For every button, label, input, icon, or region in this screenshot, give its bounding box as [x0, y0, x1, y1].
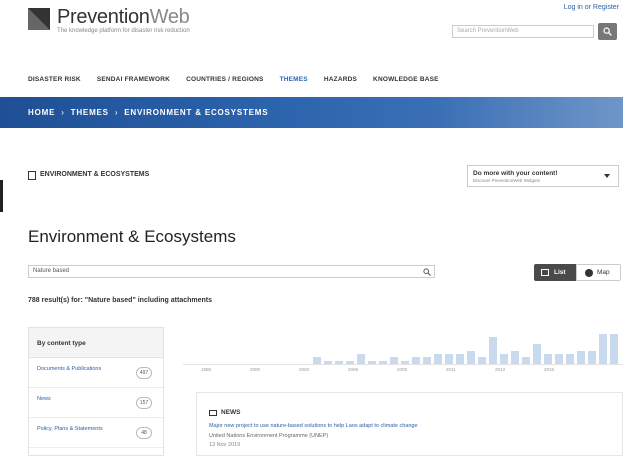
histogram-bar[interactable]	[588, 351, 596, 364]
globe-icon	[585, 269, 593, 277]
breadcrumb-home[interactable]: HOME	[28, 108, 55, 117]
news-title-link[interactable]: Major new project to use nature-based so…	[209, 423, 418, 429]
section-label: ENVIRONMENT & ECOSYSTEMS	[40, 171, 150, 178]
do-more-title: Do more with your content!	[473, 170, 558, 177]
histogram-year-label: 2006	[348, 367, 359, 372]
list-icon	[541, 269, 549, 276]
main-nav: DISASTER RISK SENDAI FRAMEWORK COUNTRIES…	[28, 76, 439, 83]
histogram-year-label: 2015	[544, 367, 555, 372]
facet-item[interactable]: Documents & Publications 497	[29, 358, 163, 388]
page-title: Environment & Ecosystems	[28, 227, 236, 246]
histogram-bar[interactable]	[357, 354, 365, 364]
breadcrumb-separator: ›	[114, 108, 119, 117]
content-type-facet: By content type Documents & Publications…	[28, 327, 164, 456]
nav-disaster-risk[interactable]: DISASTER RISK	[28, 76, 81, 83]
histogram-bar[interactable]	[434, 354, 442, 364]
facet-item[interactable]: News 157	[29, 388, 163, 418]
page-edge-marker	[0, 180, 3, 212]
do-more-dropdown[interactable]: Do more with your content! Discover Prev…	[467, 165, 619, 187]
nav-knowledge-base[interactable]: KNOWLEDGE BASE	[373, 76, 439, 83]
nav-hazards[interactable]: HAZARDS	[324, 76, 357, 83]
breadcrumb-themes[interactable]: THEMES	[71, 108, 109, 117]
facet-label[interactable]: Documents & Publications	[37, 365, 107, 373]
histogram-bar[interactable]	[489, 337, 497, 364]
nav-themes[interactable]: THEMES	[280, 76, 308, 83]
histogram-bar[interactable]	[412, 357, 420, 364]
news-tag: NEWS	[209, 409, 241, 416]
list-view-button[interactable]: List	[534, 264, 576, 281]
list-view-label: List	[554, 269, 566, 276]
histogram-bar[interactable]	[566, 354, 574, 364]
facet-label[interactable]: Policy, Plans & Statements	[37, 425, 107, 433]
nav-sendai-framework[interactable]: SENDAI FRAMEWORK	[97, 76, 170, 83]
news-tag-label: NEWS	[221, 409, 241, 416]
histogram-year-label: 2009	[397, 367, 408, 372]
breadcrumb-separator: ›	[61, 108, 65, 117]
histogram-bar[interactable]	[456, 354, 464, 364]
news-date: 13 Nov 2019	[209, 442, 241, 448]
histogram-bar[interactable]	[610, 334, 618, 364]
histogram-bar[interactable]	[478, 357, 486, 364]
results-count: 788 result(s) for: "Nature based" includ…	[28, 297, 213, 304]
histogram-bar[interactable]	[577, 351, 585, 364]
tagline: The knowledge platform for disaster risk…	[57, 28, 190, 34]
histogram-bar[interactable]	[511, 351, 519, 364]
histogram-year-label: 2000	[250, 367, 261, 372]
search-icon	[603, 27, 612, 36]
chevron-down-icon	[604, 174, 610, 178]
facet-label[interactable]: News	[37, 395, 107, 403]
year-histogram[interactable]: 1995 2000 2003 2006 2009 2011 2013 2015	[183, 328, 623, 378]
breadcrumb: HOME › THEMES › ENVIRONMENT & ECOSYSTEMS	[28, 108, 268, 117]
histogram-bar[interactable]	[401, 361, 409, 364]
login-link[interactable]: Log in or Register	[564, 4, 619, 11]
histogram-year-label: 1995	[201, 367, 212, 372]
do-more-subtitle: Discover PreventionWeb Widgets	[473, 178, 540, 183]
preventionweb-logo-icon	[28, 8, 50, 30]
histogram-bar[interactable]	[533, 344, 541, 364]
site-search-button[interactable]	[598, 23, 617, 40]
nav-countries-regions[interactable]: COUNTRIES / REGIONS	[186, 76, 263, 83]
histogram-bar[interactable]	[467, 351, 475, 364]
news-organization: United Nations Environment Programme (UN…	[209, 433, 329, 439]
histogram-bar[interactable]	[346, 361, 354, 364]
search-icon[interactable]	[423, 268, 431, 276]
histogram-bar[interactable]	[324, 361, 332, 364]
megaphone-icon	[209, 409, 217, 416]
facet-count-badge: 157	[136, 397, 152, 409]
map-view-button[interactable]: Map	[576, 264, 621, 281]
news-result-card[interactable]: NEWS Major new project to use nature-bas…	[196, 392, 623, 456]
facet-count-badge: 48	[136, 427, 152, 439]
histogram-bar[interactable]	[555, 354, 563, 364]
histogram-bar[interactable]	[368, 361, 376, 364]
facet-item[interactable]: Policy, Plans & Statements 48	[29, 418, 163, 448]
map-view-label: Map	[597, 269, 610, 276]
breadcrumb-current: ENVIRONMENT & ECOSYSTEMS	[124, 108, 269, 117]
histogram-bar[interactable]	[544, 354, 552, 364]
logo-wordmark[interactable]: PreventionWeb	[57, 6, 190, 29]
histogram-bar[interactable]	[445, 354, 453, 364]
histogram-bar[interactable]	[522, 357, 530, 364]
histogram-bar[interactable]	[335, 361, 343, 364]
histogram-bar[interactable]	[599, 334, 607, 364]
histogram-bar[interactable]	[500, 354, 508, 364]
keyword-filter-input[interactable]: Nature based	[28, 265, 435, 278]
facet-count-badge: 497	[136, 367, 152, 379]
histogram-bar[interactable]	[313, 357, 321, 364]
histogram-year-label: 2003	[299, 367, 310, 372]
site-search-input[interactable]: Search PreventionWeb	[452, 25, 594, 38]
histogram-year-label: 2011	[446, 367, 456, 372]
document-icon	[28, 171, 36, 180]
histogram-bar[interactable]	[379, 361, 387, 364]
histogram-bar[interactable]	[423, 357, 431, 364]
histogram-bar[interactable]	[390, 357, 398, 364]
histogram-year-label: 2013	[495, 367, 506, 372]
facet-heading: By content type	[29, 328, 163, 358]
histogram-axis	[183, 364, 623, 365]
